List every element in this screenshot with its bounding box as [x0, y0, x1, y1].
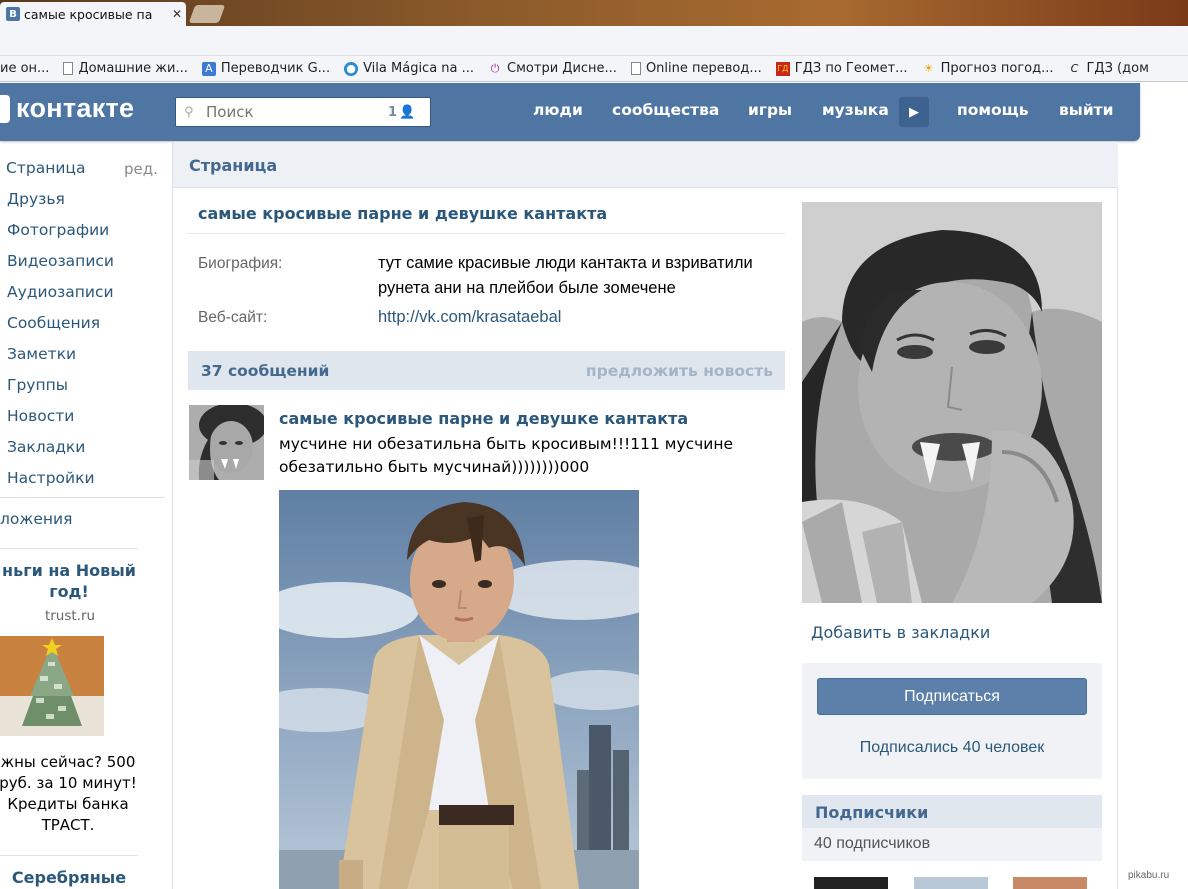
nav-people[interactable]: люди — [533, 101, 583, 119]
search-count: 1 — [388, 104, 398, 120]
new-tab-button[interactable] — [188, 5, 226, 23]
bookmark-label: Прогноз погод... — [940, 61, 1054, 76]
menu-item-videos[interactable]: Видеозаписи — [7, 252, 114, 270]
page-header: Страница — [173, 142, 1118, 188]
globe-icon: ● — [344, 61, 359, 76]
subscribed-count[interactable]: Подписались 40 человек — [802, 739, 1102, 757]
book-icon: ГД — [775, 61, 790, 76]
bookmark-label: Vila Mágica na ... — [363, 61, 475, 76]
followers-header[interactable]: Подписчики — [802, 795, 1102, 828]
edit-link[interactable]: ред. — [124, 160, 158, 178]
bookmark-item[interactable]: ГД ГДЗ по Геомет... — [775, 61, 908, 76]
search-box[interactable]: ⚲ 1 👤 — [175, 97, 431, 127]
bookmark-item[interactable]: ☀ Прогноз погод... — [922, 61, 1054, 76]
bookmark-label: ГДЗ (дом — [1086, 61, 1149, 76]
bio-value: тут самие красивые люди кантакта и взрив… — [378, 254, 753, 297]
bookmark-label: Смотри Дисне... — [507, 61, 617, 76]
bookmark-item[interactable]: ⏻ Смотри Дисне... — [488, 61, 617, 76]
menu-divider — [0, 855, 138, 856]
follower-avatar[interactable] — [1013, 877, 1087, 889]
follower-avatar[interactable] — [914, 877, 988, 889]
bookmark-item[interactable]: Online перевод... — [630, 61, 762, 76]
tab-title: самые кросивые па — [24, 6, 153, 22]
bookmark-label: Переводчик G... — [220, 61, 331, 76]
nav-help[interactable]: помощь — [957, 101, 1029, 119]
menu-divider — [0, 497, 165, 498]
c-icon: C — [1070, 61, 1079, 75]
bookmark-label: Online перевод... — [645, 61, 762, 76]
bookmark-label: Домашние жи... — [78, 61, 188, 76]
menu-item-photos[interactable]: Фотографии — [7, 221, 109, 239]
vk-logo[interactable]: контакте — [0, 93, 134, 124]
suggest-news-link[interactable]: предложить новость — [586, 362, 773, 380]
post-text: мусчине ни обезатильна быть кросивым!!!1… — [279, 435, 734, 476]
weather-icon: ☀ — [923, 61, 934, 75]
ad-text[interactable]: жны сейчас? 500 руб. за 10 минут! Кредит… — [0, 752, 142, 836]
post-photo-boy-in-suit[interactable] — [279, 490, 639, 889]
subscribe-button[interactable]: Подписаться — [817, 678, 1087, 715]
search-input[interactable] — [206, 103, 376, 121]
wall-count[interactable]: 37 сообщений — [201, 362, 329, 380]
logo-b-shape — [0, 94, 10, 123]
menu-item-bookmarks[interactable]: Закладки — [7, 438, 85, 456]
vk-header: контакте ⚲ 1 👤 люди сообщества игры музы… — [0, 83, 1140, 141]
translate-icon: A — [201, 61, 216, 76]
nav-communities[interactable]: сообщества — [612, 101, 719, 119]
menu-item-messages[interactable]: Сообщения — [7, 314, 100, 332]
wall-header: 37 сообщений предложить новость — [188, 351, 785, 390]
ad2-title[interactable]: Серебряные — [0, 868, 140, 887]
doc-icon — [63, 62, 74, 75]
play-icon[interactable]: ▶ — [899, 97, 929, 127]
ad-christmas-tree-image[interactable] — [0, 636, 104, 736]
bookmark-label: ие он... — [0, 61, 50, 76]
close-icon[interactable]: ✕ — [172, 7, 182, 21]
bookmark-item[interactable]: C ГДЗ (дом — [1068, 61, 1149, 76]
bookmark-item[interactable]: Домашние жи... — [63, 61, 188, 76]
browser-tabstrip: B самые кросивые па ✕ — [0, 0, 1188, 26]
bio-label: Биография: — [198, 255, 283, 272]
search-icon: ⚲ — [184, 104, 194, 120]
menu-divider — [0, 548, 138, 549]
doc-icon — [630, 62, 641, 75]
post-avatar[interactable] — [189, 405, 264, 480]
logo-text: контакте — [16, 93, 135, 123]
post-author[interactable]: самые кросивые парне и девушке кантакта — [279, 409, 688, 428]
add-bookmark-link[interactable]: Добавить в закладки — [811, 623, 990, 642]
browser-tab[interactable]: B самые кросивые па ✕ — [0, 2, 186, 26]
menu-item-news[interactable]: Новости — [7, 407, 74, 425]
menu-item-apps[interactable]: ложения — [0, 510, 72, 528]
ad-domain: trust.ru — [44, 608, 96, 624]
group-title: самые кросивые парне и девушке кантакта — [198, 204, 608, 223]
menu-item-audio[interactable]: Аудиозаписи — [7, 283, 114, 301]
title-divider — [188, 233, 785, 234]
browser-toolbar — [0, 26, 1188, 56]
bookmark-item[interactable]: ие он... — [0, 61, 49, 76]
bookmarks-bar: ие он... Домашние жи... A Переводчик G...… — [0, 56, 1188, 82]
menu-item-notes[interactable]: Заметки — [7, 345, 76, 363]
website-link[interactable]: http://vk.com/krasataebal — [378, 305, 778, 330]
followers-count[interactable]: 40 подписчиков — [814, 835, 930, 853]
menu-item-page[interactable]: Страница — [6, 159, 85, 177]
bookmark-label: ГДЗ по Геомет... — [794, 61, 908, 76]
website-label: Веб-сайт: — [198, 309, 268, 326]
profile-photo[interactable] — [802, 202, 1102, 603]
bookmark-item[interactable]: ● Vila Mágica na ... — [344, 61, 474, 76]
page-header-title: Страница — [189, 156, 278, 175]
menu-item-groups[interactable]: Группы — [7, 376, 68, 394]
menu-item-settings[interactable]: Настройки — [7, 469, 95, 487]
subscribe-box: Подписаться Подписались 40 человек — [802, 663, 1102, 779]
ad-title[interactable]: ньги на Новый год! — [0, 560, 140, 602]
followers-count-box: 40 подписчиков — [802, 828, 1102, 861]
person-icon: 👤 — [399, 105, 416, 120]
nav-logout[interactable]: выйти — [1059, 101, 1114, 119]
vk-favicon-icon: B — [6, 7, 20, 21]
menu-item-friends[interactable]: Друзья — [7, 190, 65, 208]
follower-avatar[interactable] — [814, 877, 888, 889]
nav-music[interactable]: музыка — [822, 101, 889, 119]
power-icon: ⏻ — [490, 61, 500, 75]
bookmark-item[interactable]: A Переводчик G... — [201, 61, 331, 76]
followers-header-label: Подписчики — [815, 803, 929, 822]
watermark: pikabu.ru — [1128, 870, 1170, 881]
nav-games[interactable]: игры — [748, 101, 792, 119]
